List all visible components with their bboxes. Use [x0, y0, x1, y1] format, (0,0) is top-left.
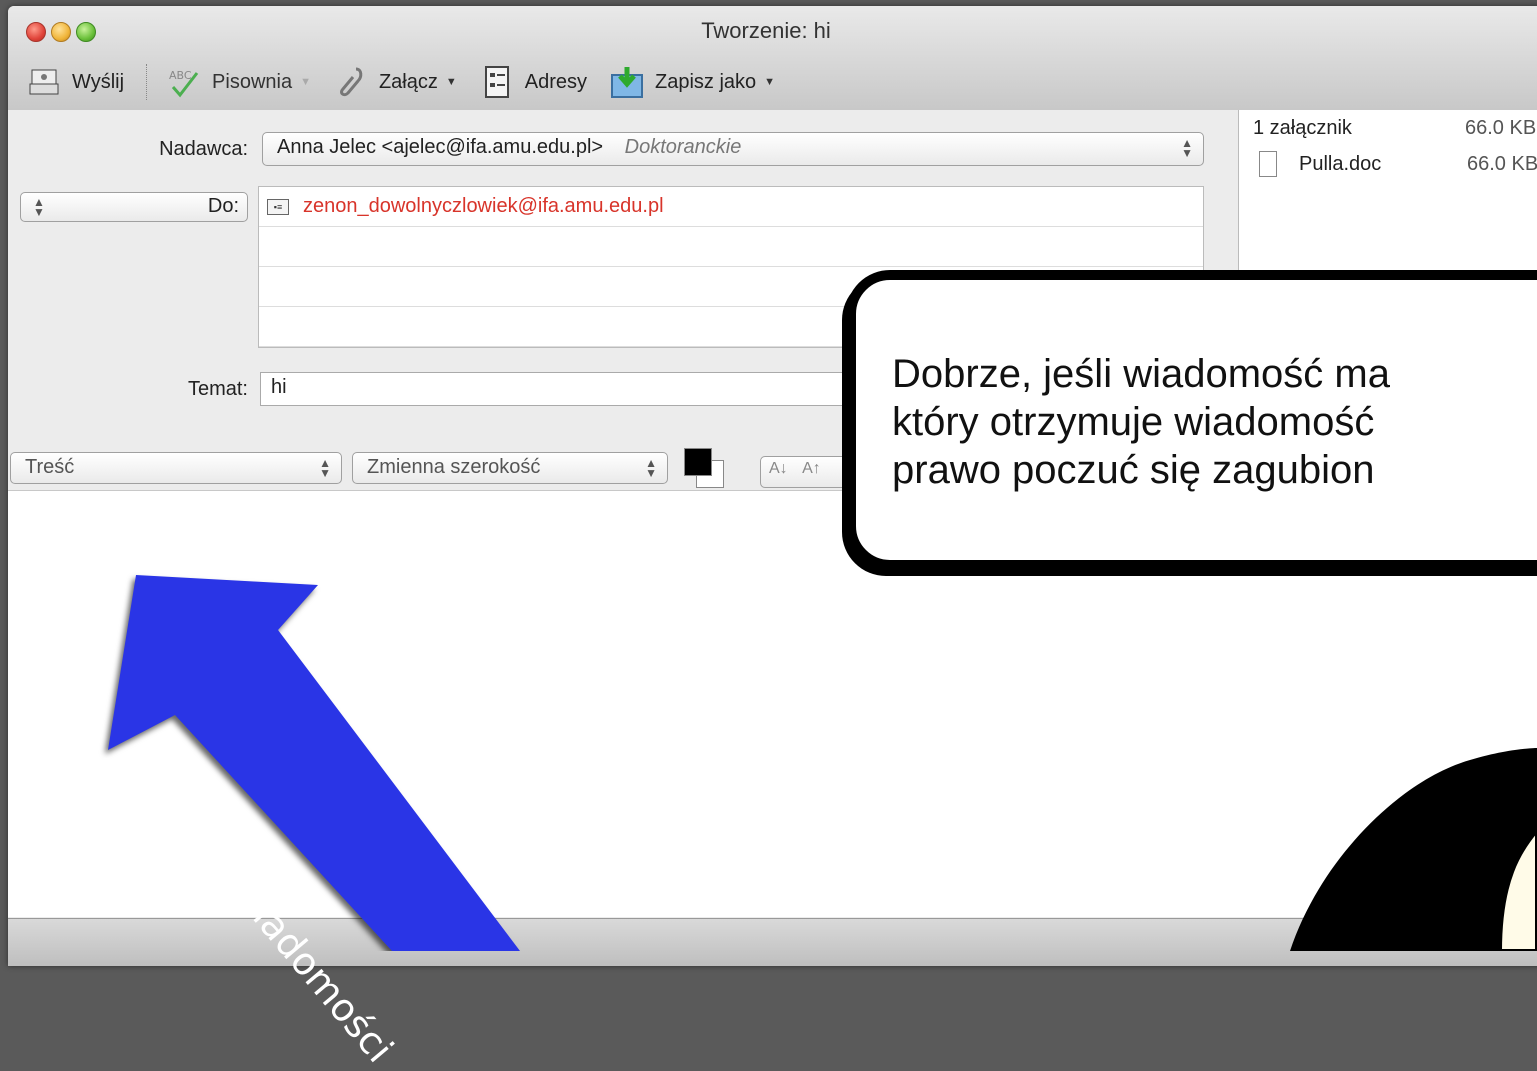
document-icon	[1259, 151, 1277, 177]
callout-line: prawo poczuć się zagubion	[892, 448, 1375, 492]
text-width-select[interactable]: Zmienna szerokość ▲ ▼	[352, 452, 668, 484]
attachment-size: 66.0 KB	[1467, 152, 1537, 175]
recipient-type-select[interactable]: ▲ ▼ Do:	[20, 192, 248, 222]
to-row[interactable]: ▪≡ zenon_dowolnyczlowiek@ifa.amu.edu.pl	[259, 187, 1203, 227]
paragraph-style-select[interactable]: Treść ▲ ▼	[10, 452, 342, 484]
toolbar-separator	[146, 64, 148, 100]
attachments-count: 1 załącznik	[1253, 116, 1352, 139]
font-larger-button[interactable]: A↑	[802, 460, 821, 477]
callout-bubble: Dobrze, jeśli wiadomość ma który otrzymu…	[846, 270, 1537, 570]
addresses-label: Adresy	[524, 70, 588, 93]
select-arrows-icon: ▲ ▼	[33, 195, 45, 219]
chevron-down-icon: ▼	[300, 76, 311, 88]
from-select[interactable]: Anna Jelec <ajelec@ifa.amu.edu.pl> Dokto…	[262, 132, 1204, 166]
text-color-swatch	[684, 448, 712, 476]
style-value: Treść	[25, 456, 75, 478]
recipient-token[interactable]: zenon_dowolnyczlowiek@ifa.amu.edu.pl	[303, 195, 664, 218]
callout-line: Dobrze, jeśli wiadomość ma	[892, 352, 1390, 396]
title-bar: Tworzenie: hi Wyślij ABC Pisownia ▼ Załą…	[8, 6, 1537, 111]
attachment-name: Pulla.doc	[1299, 152, 1382, 175]
save-as-label: Zapisz jako	[655, 70, 757, 93]
save-as-button[interactable]: Zapisz jako ▼	[609, 64, 775, 100]
chevron-down-icon: ▼	[764, 76, 776, 88]
from-account: Doktoranckie	[624, 136, 742, 158]
from-value: Anna Jelec <ajelec@ifa.amu.edu.pl>	[277, 136, 604, 158]
address-book-icon	[479, 64, 515, 100]
attach-label: Załącz	[378, 70, 438, 93]
to-label: Do:	[207, 195, 239, 217]
attachments-summary: 1 załącznik 66.0 KB	[1253, 110, 1537, 146]
font-smaller-button[interactable]: A↓	[769, 460, 788, 477]
spelling-button[interactable]: ABC Pisownia ▼	[166, 64, 311, 100]
from-label: Nadawca:	[159, 138, 248, 160]
save-draft-icon	[609, 64, 645, 100]
toolbar: Wyślij ABC Pisownia ▼ Załącz ▼ Adresy Za…	[26, 60, 1537, 104]
contact-card-icon: ▪≡	[267, 198, 289, 215]
select-arrows-icon: ▲ ▼	[645, 456, 657, 480]
spelling-label: Pisownia	[212, 70, 293, 93]
attach-button[interactable]: Załącz ▼	[333, 64, 457, 100]
callout-line: który otrzymuje wiadomość	[892, 400, 1375, 444]
subject-label: Temat:	[187, 378, 248, 400]
send-label: Wyślij	[72, 70, 125, 93]
width-value: Zmienna szerokość	[367, 456, 541, 478]
to-row-empty[interactable]	[259, 227, 1203, 267]
spellcheck-icon: ABC	[166, 64, 202, 100]
svg-text:ABC: ABC	[169, 69, 192, 82]
color-picker[interactable]	[684, 448, 724, 488]
send-icon	[26, 64, 62, 100]
attachments-total-size: 66.0 KB	[1465, 116, 1537, 139]
chevron-down-icon: ▼	[445, 76, 457, 88]
status-bar	[8, 918, 1537, 966]
font-size-controls[interactable]: A↓ A↑	[760, 456, 860, 488]
select-arrows-icon: ▲ ▼	[1181, 136, 1193, 160]
select-arrows-icon: ▲ ▼	[319, 456, 331, 480]
paperclip-icon	[333, 64, 369, 100]
send-button[interactable]: Wyślij	[26, 64, 124, 100]
window-title: Tworzenie: hi	[701, 18, 831, 43]
attachment-item[interactable]: Pulla.doc 66.0 KB	[1259, 146, 1537, 182]
addresses-button[interactable]: Adresy	[479, 64, 587, 100]
